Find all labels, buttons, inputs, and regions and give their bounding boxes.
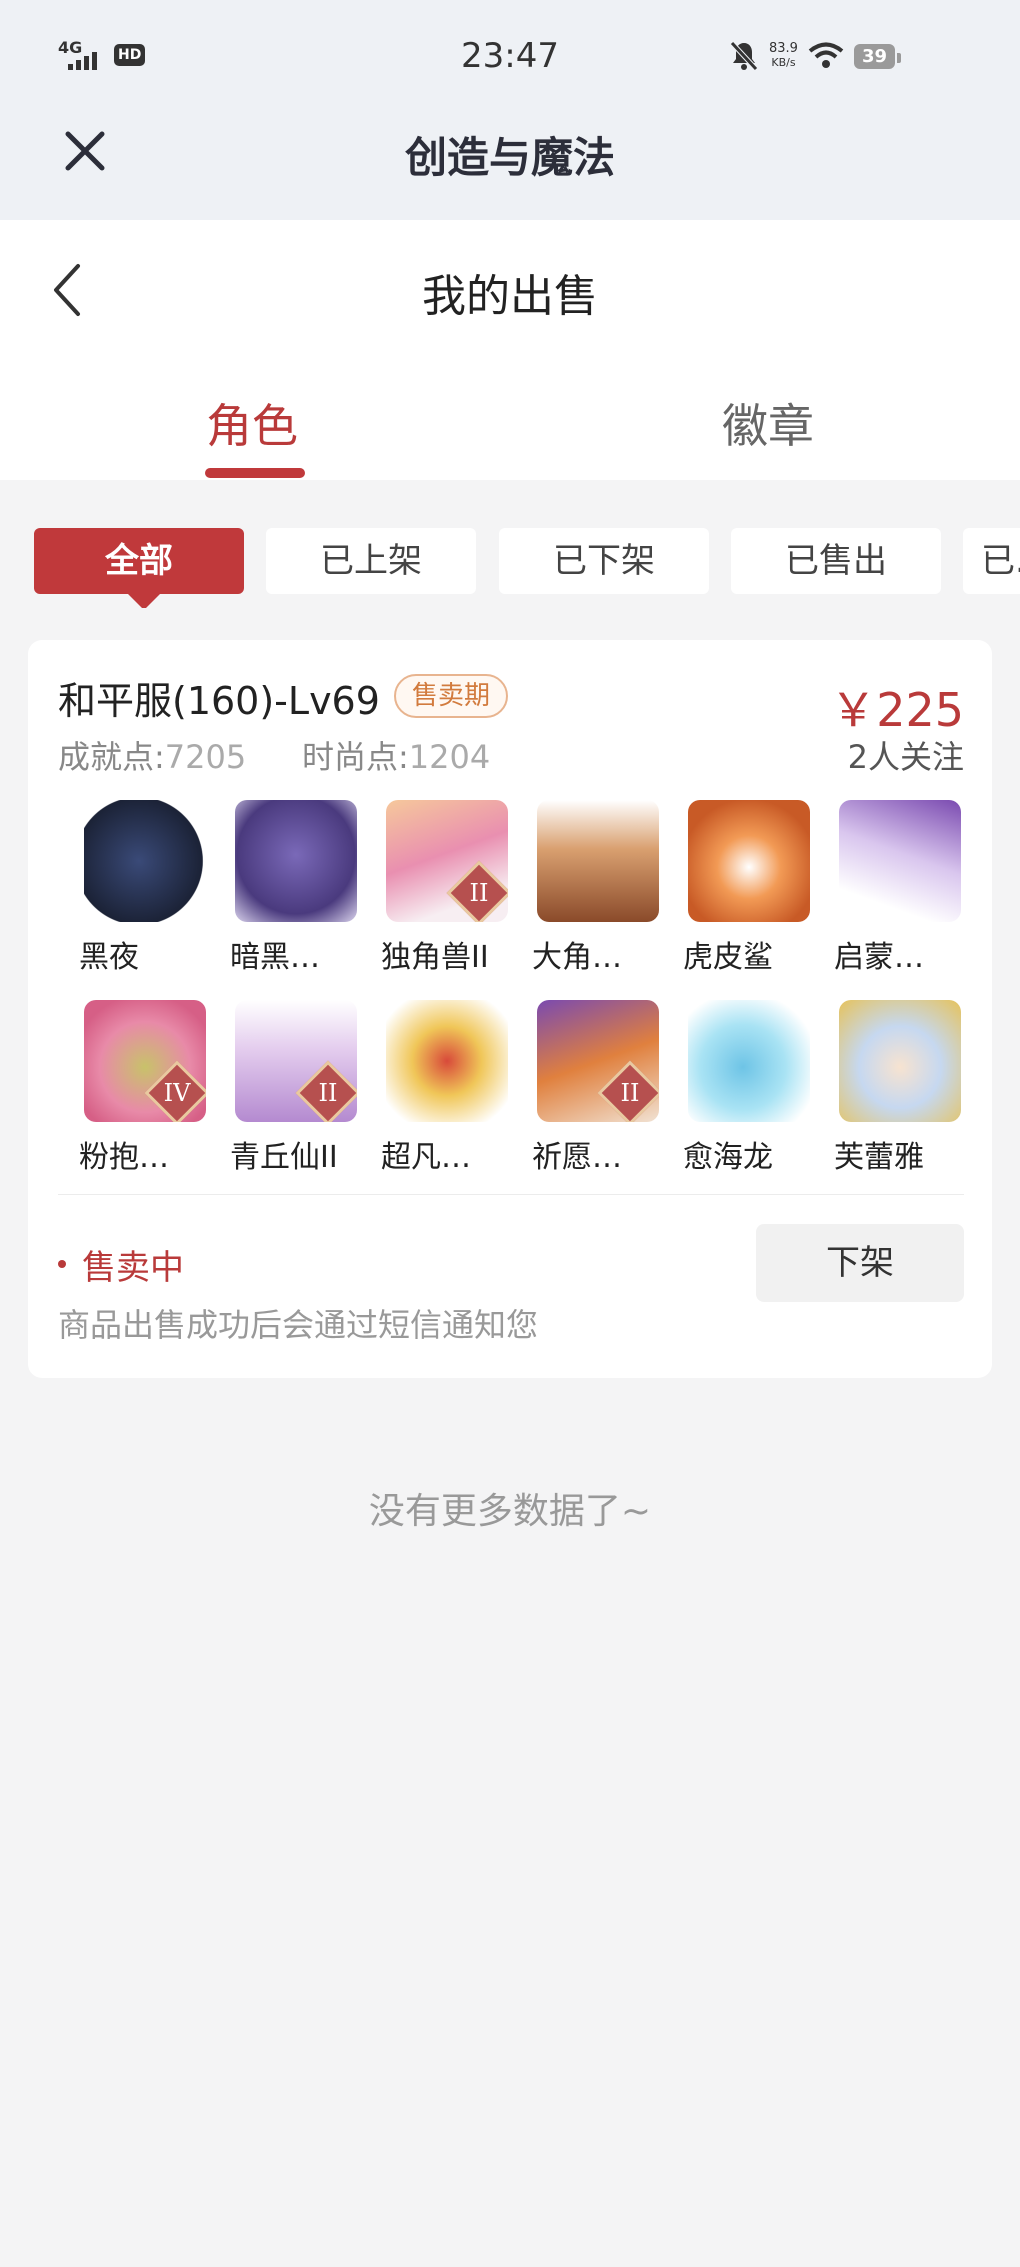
page-title: 我的出售 bbox=[422, 271, 598, 322]
pet-name: 芙蕾雅 bbox=[834, 1140, 924, 1175]
net-speed-unit: KB/s bbox=[771, 56, 796, 69]
pet-avatar bbox=[386, 1000, 508, 1122]
achievement-label: 成就点: bbox=[58, 738, 165, 776]
listing-card[interactable]: 和平服(160)-Lv69 售卖期 ￥225 成就点:7205 时尚点:1204… bbox=[28, 640, 992, 1378]
tier-badge: II bbox=[597, 1060, 659, 1122]
pet-item: IV 粉抱… bbox=[79, 1000, 234, 1190]
follower-count: 2人关注 bbox=[847, 738, 964, 776]
tier-badge-text: II bbox=[318, 1079, 338, 1107]
net-speed: 83.9 KB/s bbox=[769, 42, 798, 70]
mute-bell-icon bbox=[730, 41, 758, 71]
filter-sold[interactable]: 已售出 bbox=[731, 528, 941, 594]
pet-name: 青丘仙II bbox=[230, 1140, 338, 1175]
pet-item: 暗黑… bbox=[230, 800, 385, 990]
battery-icon: 39 bbox=[853, 43, 902, 69]
status-dot-icon bbox=[58, 1260, 66, 1268]
pet-item: II 祈愿… bbox=[532, 1000, 687, 1190]
sale-period-badge: 售卖期 bbox=[394, 674, 509, 718]
tab-badge[interactable]: 徽章 bbox=[722, 390, 814, 456]
fashion-value: 1204 bbox=[408, 738, 491, 776]
pet-avatar: II bbox=[235, 1000, 357, 1122]
achievement-value: 7205 bbox=[164, 738, 247, 776]
pet-avatar bbox=[235, 800, 357, 922]
pet-item: 芙蕾雅 bbox=[834, 1000, 989, 1190]
pet-avatar: IV bbox=[84, 1000, 206, 1122]
pet-avatar: II bbox=[386, 800, 508, 922]
net-speed-value: 83.9 bbox=[768, 41, 798, 56]
page-header: 我的出售 角色 徽章 bbox=[0, 220, 1020, 480]
pet-item: 虎皮鲨 bbox=[683, 800, 838, 990]
pet-item: II 青丘仙II bbox=[230, 1000, 385, 1190]
app-title-bar: 创造与魔法 bbox=[0, 110, 1020, 220]
wifi-icon bbox=[808, 42, 844, 68]
filter-all[interactable]: 全部 bbox=[34, 528, 244, 608]
card-divider bbox=[58, 1194, 964, 1195]
filter-listed[interactable]: 已上架 bbox=[266, 528, 476, 594]
filter-delisted[interactable]: 已下架 bbox=[499, 528, 709, 594]
pet-avatar bbox=[688, 800, 810, 922]
filter-bar: 全部 已上架 已下架 已售出 已... bbox=[34, 528, 1020, 608]
pet-item: 启蒙… bbox=[834, 800, 989, 990]
sms-notice: 商品出售成功后会通过短信通知您 bbox=[58, 1306, 539, 1344]
achievement-points: 成就点:7205 bbox=[58, 732, 246, 778]
no-more-data: 没有更多数据了~ bbox=[368, 1491, 652, 1532]
pet-name: 愈海龙 bbox=[683, 1140, 773, 1175]
pet-avatar bbox=[537, 800, 659, 922]
tier-badge-text: II bbox=[620, 1079, 640, 1107]
app-title: 创造与魔法 bbox=[404, 133, 615, 182]
pet-avatar bbox=[839, 1000, 961, 1122]
listing-status: 售卖中 bbox=[82, 1248, 184, 1288]
tier-badge: IV bbox=[144, 1060, 206, 1122]
listing-price: ￥225 bbox=[830, 683, 964, 737]
tier-badge: II bbox=[446, 860, 508, 922]
delist-button[interactable]: 下架 bbox=[756, 1224, 964, 1302]
pet-item: 愈海龙 bbox=[683, 1000, 838, 1190]
pet-avatar bbox=[84, 800, 206, 922]
pet-item: 黑夜 bbox=[79, 800, 234, 990]
active-tab-indicator bbox=[205, 468, 305, 478]
filter-more[interactable]: 已... bbox=[963, 528, 1020, 594]
pet-avatar bbox=[839, 800, 961, 922]
pet-name: 独角兽II bbox=[381, 940, 489, 975]
pet-item: II 独角兽II bbox=[381, 800, 536, 990]
fashion-label: 时尚点: bbox=[302, 738, 409, 776]
pet-avatar: II bbox=[537, 1000, 659, 1122]
pet-name: 大角… bbox=[532, 940, 622, 975]
status-bar: 4G HD 23:47 83.9 KB/s 39 bbox=[0, 0, 1020, 120]
pet-name: 祈愿… bbox=[532, 1140, 622, 1175]
pet-name: 启蒙… bbox=[834, 940, 924, 975]
tier-badge-text: II bbox=[469, 879, 489, 907]
tier-badge: II bbox=[295, 1060, 357, 1122]
pet-item: 大角… bbox=[532, 800, 687, 990]
pet-name: 粉抱… bbox=[79, 1140, 169, 1175]
tier-badge-text: IV bbox=[163, 1079, 191, 1107]
fashion-points: 时尚点:1204 bbox=[302, 732, 490, 778]
pet-avatar bbox=[688, 1000, 810, 1122]
status-right: 83.9 KB/s 39 bbox=[729, 40, 902, 72]
pet-name: 超凡… bbox=[381, 1140, 471, 1175]
pet-name: 虎皮鲨 bbox=[683, 940, 773, 975]
pet-name: 黑夜 bbox=[79, 940, 139, 975]
tab-role[interactable]: 角色 bbox=[206, 390, 298, 456]
pet-name: 暗黑… bbox=[230, 940, 320, 975]
pet-item: 超凡… bbox=[381, 1000, 536, 1190]
listing-title: 和平服(160)-Lv69 bbox=[58, 679, 380, 723]
